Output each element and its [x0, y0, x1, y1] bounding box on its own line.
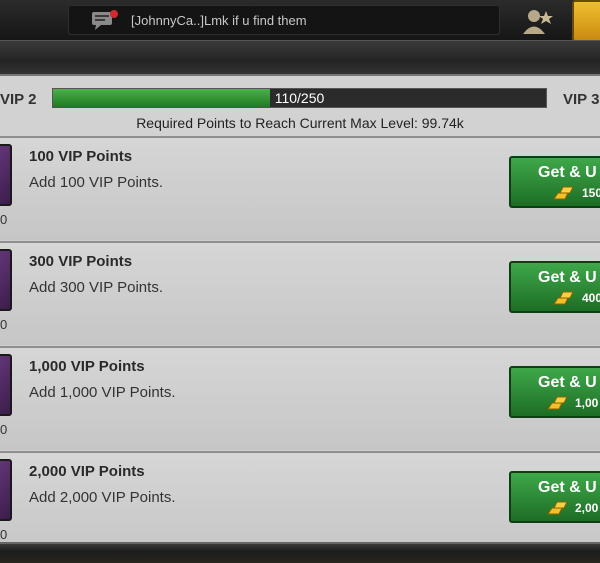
item-count: 0 [0, 527, 8, 542]
chat-bubble-icon [92, 10, 118, 30]
vip-item-icon [0, 249, 12, 311]
required-points-text: Required Points to Reach Current Max Lev… [136, 115, 464, 131]
vip-item-icon [0, 459, 12, 521]
item-count: 0 [0, 317, 8, 332]
background-scenery [0, 542, 600, 563]
item-title: 300 VIP Points [29, 253, 133, 270]
item-title: 1,000 VIP Points [29, 358, 145, 375]
vip-progress-bar: 110/250 [52, 88, 547, 108]
chat-message: [JohnnyCa..]Lmk if u find them [131, 13, 307, 28]
list-item: 0 300 VIP Points Add 300 VIP Points. Get… [0, 241, 600, 345]
list-item: 0 100 VIP Points Add 100 VIP Points. Get… [0, 136, 600, 240]
item-description: Add 100 VIP Points. [29, 174, 163, 191]
chat-preview[interactable]: [JohnnyCa..]Lmk if u find them [68, 5, 500, 35]
item-price: 400 [582, 291, 600, 305]
get-and-use-button[interactable]: Get & U 150 [509, 156, 600, 208]
gold-shop-button[interactable] [572, 0, 600, 42]
vip-points-panel: VIP 2 110/250 VIP 3 Required Points to R… [0, 76, 600, 555]
item-price: 1,00 [575, 396, 599, 410]
vip-item-icon [0, 354, 12, 416]
vip-item-icon [0, 144, 12, 206]
list-item: 0 1,000 VIP Points Add 1,000 VIP Points.… [0, 346, 600, 450]
item-price: 2,00 [575, 501, 599, 515]
add-friend-icon[interactable] [520, 7, 554, 35]
top-chat-bar: [JohnnyCa..]Lmk if u find them [0, 0, 600, 42]
item-price: 150 [582, 186, 600, 200]
button-label: Get & U [538, 269, 597, 286]
list-item: 0 2,000 VIP Points Add 2,000 VIP Points.… [0, 451, 600, 555]
vip-progress-header: VIP 2 110/250 VIP 3 Required Points to R… [0, 76, 600, 136]
next-vip-level: VIP 3 [563, 91, 600, 108]
button-label: Get & U [538, 479, 597, 496]
item-description: Add 2,000 VIP Points. [29, 489, 176, 506]
get-and-use-button[interactable]: Get & U 400 [509, 261, 600, 313]
vip-progress-text: 110/250 [274, 90, 325, 106]
get-and-use-button[interactable]: Get & U 2,00 [509, 471, 600, 523]
gold-bars-icon [553, 186, 574, 200]
item-description: Add 1,000 VIP Points. [29, 384, 176, 401]
item-count: 0 [0, 212, 8, 227]
current-vip-level: VIP 2 [0, 91, 37, 108]
gold-bars-icon [547, 396, 568, 410]
item-title: 100 VIP Points [29, 148, 133, 165]
button-label: Get & U [538, 374, 597, 391]
gold-bars-icon [553, 291, 574, 305]
get-and-use-button[interactable]: Get & U 1,00 [509, 366, 600, 418]
item-count: 0 [0, 422, 8, 437]
button-label: Get & U [538, 164, 597, 181]
header-band [0, 40, 600, 76]
gold-bars-icon [547, 501, 568, 515]
item-title: 2,000 VIP Points [29, 463, 145, 480]
item-description: Add 300 VIP Points. [29, 279, 163, 296]
